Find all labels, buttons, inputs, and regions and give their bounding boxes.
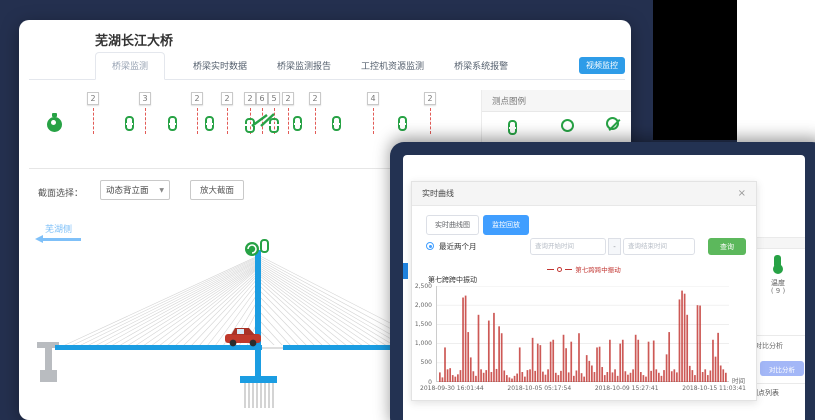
sensor-count-badge: 2: [221, 92, 233, 105]
x-axis-title: 时间: [732, 375, 745, 385]
joint-meter-sensor-icon[interactable]: [245, 112, 279, 134]
video-monitor-button[interactable]: 视频监控: [579, 57, 625, 74]
ban-legend-icon: [606, 117, 619, 130]
bridge-schematic: [19, 238, 431, 420]
query-start-time-input[interactable]: [530, 238, 606, 255]
chart-title: 第七跨跨中振动: [428, 275, 477, 285]
vibration-chart: [436, 286, 728, 382]
sensor-dropline: [145, 108, 146, 134]
gps-sensor-icon: [245, 240, 268, 256]
time-range-separator: -: [608, 238, 621, 255]
legend-line-icon: [565, 269, 572, 270]
link-sensor-icon[interactable]: [125, 116, 134, 131]
link-sensor-icon[interactable]: [168, 116, 177, 131]
link-sensor-icon[interactable]: [293, 116, 302, 131]
sensor-dropline: [373, 108, 374, 134]
bridge-deck: [55, 345, 431, 350]
circle-legend-icon: [561, 119, 574, 132]
x-axis-labels: 2018-09-30 16:01:44 2018-10-05 05:17:54 20…: [420, 385, 746, 392]
compare-analysis-button[interactable]: 对比分析: [760, 361, 804, 376]
legend-dot-icon: [557, 267, 562, 272]
tab-playback[interactable]: 监控回放: [483, 215, 529, 235]
y-tick-label: 2,000: [410, 302, 432, 309]
x-tick-label: 2018-09-30 16:01:44: [420, 385, 484, 392]
realtime-curve-dialog: 实时曲线 × 实时曲线图 监控回放 最近两个月 - 查询 第七跨跨中振动 第七跨…: [411, 181, 757, 401]
sensor-count-badge: 2: [282, 92, 294, 105]
sensor-dropline: [315, 108, 316, 134]
page-title: 芜湖长江大桥: [95, 30, 173, 49]
pylon-pile-foundation: [245, 383, 273, 408]
section-select-value: 动态背立面: [106, 184, 149, 196]
section-select-label: 截面选择：: [38, 186, 83, 199]
chart-legend[interactable]: 第七跨跨中振动: [412, 264, 756, 274]
dialog-header: 实时曲线 ×: [412, 182, 756, 206]
sensor-count-badge: 4: [367, 92, 379, 105]
link-sensor-icon[interactable]: [205, 116, 214, 131]
section-select[interactable]: 动态背立面 ▼: [100, 180, 170, 200]
link-sensor-icon[interactable]: [398, 116, 407, 131]
point-legend-title: 测点图例: [482, 90, 631, 112]
sensor-count-badge: 5: [268, 92, 280, 105]
sensor-count-badge: 2: [244, 92, 256, 105]
tab-bar: 桥梁监测 桥梁实时数据 桥梁监测报告 工控机资源监测 桥梁系统报警: [95, 54, 511, 80]
clock-sensor-icon[interactable]: [47, 117, 62, 132]
popup-window: 温度 ( 9 ) 对比分析 对比分析 测点列表 实时曲线 × 实时曲线图 监控回…: [390, 142, 815, 420]
radio-label: 最近两个月: [439, 241, 477, 252]
sensor-count-badge: 3: [139, 92, 151, 105]
sensor-count-badge: 2: [87, 92, 99, 105]
tab-ipc-resource[interactable]: 工控机资源监测: [359, 59, 426, 80]
compare-analysis-title: 对比分析: [755, 341, 783, 351]
sensor-dropline: [93, 108, 94, 134]
sensor-count-badge: 6: [256, 92, 268, 105]
link-legend-icon: [508, 120, 517, 135]
video-feed-placeholder: [653, 0, 737, 140]
sensor-count-badge: 2: [309, 92, 321, 105]
sensor-count-badge: 2: [191, 92, 203, 105]
bridge-side-label: 芜湖侧: [45, 222, 72, 235]
sensor-dropline: [227, 108, 228, 134]
y-tick-label: 1,500: [410, 321, 432, 328]
tab-monitoring-report[interactable]: 桥梁监测报告: [275, 59, 333, 80]
bridge-pylon: [255, 250, 261, 378]
chart-canvas: [437, 286, 729, 382]
sensor-dropline: [288, 108, 289, 134]
x-tick-label: 2018-10-15 11:03:41: [682, 385, 746, 392]
popup-window-content: 温度 ( 9 ) 对比分析 对比分析 测点列表 实时曲线 × 实时曲线图 监控回…: [403, 155, 805, 420]
legend-line-icon: [547, 269, 554, 270]
sensor-dropline: [430, 108, 431, 134]
blue-marker: [403, 263, 408, 279]
y-tick-label: 1,000: [410, 340, 432, 347]
dialog-tab-bar: 实时曲线图 监控回放: [426, 215, 533, 235]
query-end-time-input[interactable]: [623, 238, 695, 255]
x-tick-label: 2018-10-05 05:17:54: [507, 385, 571, 392]
chevron-down-icon: ▼: [159, 187, 164, 194]
tab-realtime-curve[interactable]: 实时曲线图: [426, 215, 479, 235]
query-button[interactable]: 查询: [708, 238, 746, 255]
x-tick-label: 2018-10-09 15:27:41: [595, 385, 659, 392]
y-tick-label: 500: [410, 359, 432, 366]
y-tick-label: 2,500: [410, 283, 432, 290]
pylon-cap: [240, 376, 277, 383]
background-window-fragment: [737, 0, 815, 146]
thermometer-icon[interactable]: [774, 255, 781, 268]
tab-realtime-data[interactable]: 桥梁实时数据: [191, 59, 249, 80]
sensor-count-badge: 2: [424, 92, 436, 105]
enlarge-section-button[interactable]: 放大截面: [190, 180, 244, 200]
close-icon[interactable]: ×: [738, 189, 746, 199]
link-sensor-icon[interactable]: [332, 116, 341, 131]
tab-bridge-monitoring[interactable]: 桥梁监测: [95, 52, 165, 80]
dialog-title: 实时曲线: [422, 188, 454, 199]
sensor-dropline: [197, 108, 198, 134]
legend-label: 第七跨跨中振动: [575, 264, 621, 274]
tab-system-alarm[interactable]: 桥梁系统报警: [452, 59, 510, 80]
radio-last-two-months[interactable]: [426, 242, 434, 250]
temperature-count: ( 9 ): [763, 287, 793, 295]
